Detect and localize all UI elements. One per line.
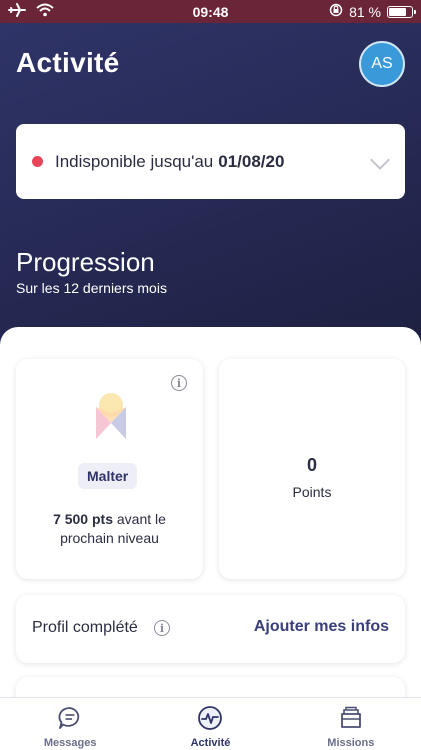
points-card[interactable]: 0 Points [219,359,405,579]
profile-card[interactable]: Profil complété i Ajouter mes infos [16,595,405,663]
points-value: 0 [306,455,317,475]
progression-title: Progression [16,247,155,277]
chat-bubble-icon [56,704,84,732]
level-description: 7 500 pts avant le prochain niveau [26,510,193,548]
info-icon[interactable]: i [154,620,170,636]
tab-activity[interactable]: Activité [140,698,280,750]
profile-label: Profil complété [32,619,138,636]
level-card[interactable]: i Malter 7 500 pts avant le prochain niv… [16,359,203,579]
status-bar: 09:48 81 % [0,0,421,23]
availability-label: Indisponible jusqu'au [55,151,214,171]
tab-missions[interactable]: Missions [281,698,421,750]
orientation-lock-icon [329,3,343,20]
availability-date: 01/08/20 [218,151,285,171]
level-points-value: 7 500 pts [53,511,113,527]
chevron-down-icon[interactable] [370,150,390,170]
points-label: Points [292,484,332,500]
hero-header: Activité AS Indisponible jusqu'au 01/08/… [0,23,421,353]
battery-fill [389,7,406,16]
info-icon[interactable]: i [171,375,187,391]
folder-icon [337,704,365,732]
tab-missions-label: Missions [327,737,375,749]
tab-messages[interactable]: Messages [0,698,140,750]
add-info-link[interactable]: Ajouter mes infos [254,618,389,636]
page-title: Activité [16,47,120,78]
battery-percentage: 81 % [349,3,381,20]
avatar[interactable]: AS [359,41,405,87]
tab-bar: Messages Activité Missions [0,697,421,750]
level-badge: Malter [78,463,138,489]
progression-subtitle: Sur les 12 derniers mois [16,280,167,296]
level-logo-icon [94,393,128,448]
battery-icon [387,5,416,18]
activity-pulse-icon [196,704,224,732]
status-dot-icon [32,156,43,167]
tab-messages-label: Messages [43,737,97,749]
availability-selector[interactable]: Indisponible jusqu'au 01/08/20 [16,124,405,199]
main-content: i Malter 7 500 pts avant le prochain niv… [0,327,421,717]
tab-activity-label: Activité [190,737,231,749]
